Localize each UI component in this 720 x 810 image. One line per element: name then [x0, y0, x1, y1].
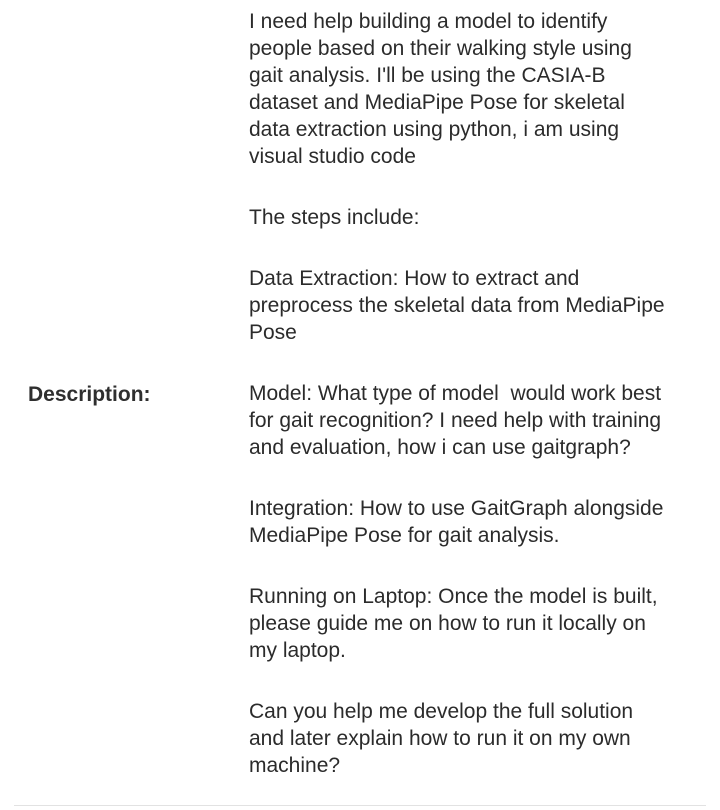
description-text: I need help building a model to identify…: [249, 8, 699, 779]
description-paragraph-data-extraction: Data Extraction: How to extract and prep…: [249, 267, 665, 344]
description-paragraph-running-on-laptop: Running on Laptop: Once the model is bui…: [249, 585, 658, 662]
description-paragraph-closing-question: Can you help me develop the full solutio…: [249, 700, 634, 777]
description-paragraph-intro: I need help building a model to identify…: [249, 10, 632, 168]
description-paragraph-model: Model: What type of model would work bes…: [249, 382, 662, 459]
description-row: Description: I need help building a mode…: [0, 0, 720, 810]
description-paragraph-steps-heading: The steps include:: [249, 206, 420, 229]
bottom-divider: [14, 805, 706, 806]
description-paragraph-integration: Integration: How to use GaitGraph alongs…: [249, 497, 664, 547]
description-label: Description:: [28, 383, 151, 406]
